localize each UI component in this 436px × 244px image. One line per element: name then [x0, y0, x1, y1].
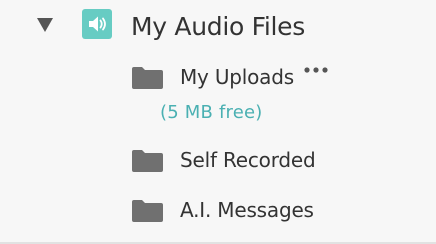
folder-icon [131, 66, 164, 90]
storage-free-note: (5 MB free) [160, 102, 263, 123]
speaker-icon [82, 9, 112, 39]
ellipsis-icon[interactable] [302, 62, 330, 78]
folder-item-my-uploads[interactable]: My Uploads [0, 62, 436, 96]
folder-item-self-recorded[interactable]: Self Recorded [0, 145, 436, 179]
tree-root-my-audio-files[interactable]: My Audio Files [0, 0, 436, 60]
folder-icon [131, 199, 164, 223]
collapse-triangle-icon[interactable] [36, 16, 54, 34]
folder-label: Self Recorded [180, 148, 316, 172]
audio-files-tree: My Audio Files My Uploads (5 MB free) Se… [0, 0, 436, 244]
folder-label: A.I. Messages [180, 198, 314, 222]
folder-item-ai-messages[interactable]: A.I. Messages [0, 195, 436, 229]
folder-label: My Uploads [180, 65, 294, 89]
folder-icon [131, 149, 164, 173]
root-title: My Audio Files [131, 12, 305, 41]
